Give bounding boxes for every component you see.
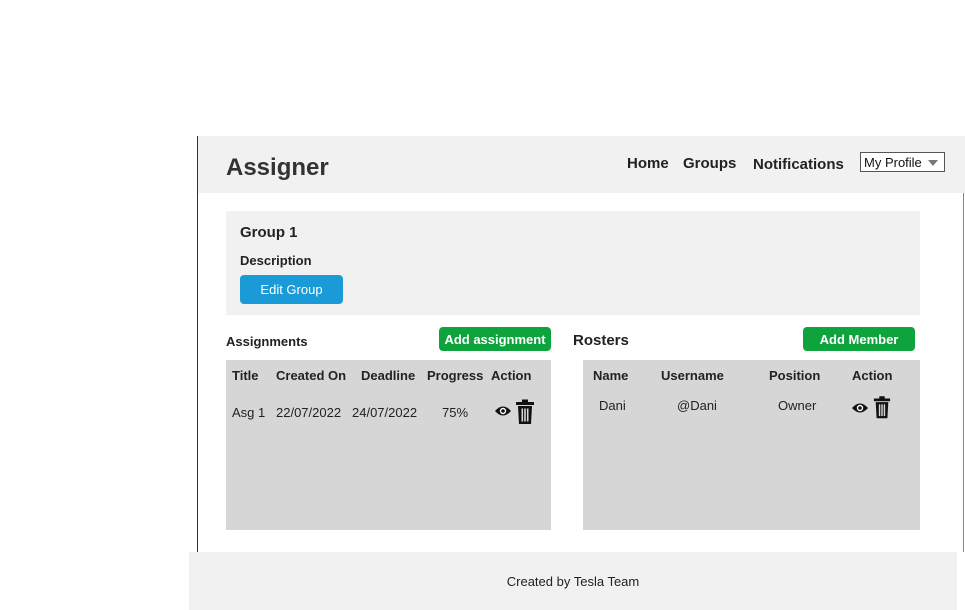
footer-text: Created by Tesla Team xyxy=(506,574,640,589)
cell-title: Asg 1 xyxy=(232,405,266,420)
profile-select[interactable]: My Profile xyxy=(860,152,945,172)
column-header-action: Action xyxy=(491,368,532,383)
nav-groups[interactable]: Groups xyxy=(683,155,736,172)
header: Assigner Home Groups Notifications My Pr… xyxy=(198,136,965,193)
column-header-action: Action xyxy=(852,368,893,383)
group-panel: Group 1 Description Edit Group xyxy=(226,211,920,315)
trash-icon[interactable] xyxy=(515,399,535,425)
add-assignment-button[interactable]: Add assignment xyxy=(439,327,551,351)
column-header-progress: Progress xyxy=(427,368,484,383)
cell-deadline: 24/07/2022 xyxy=(352,405,418,420)
column-header-deadline: Deadline xyxy=(361,368,416,383)
column-header-username: Username xyxy=(661,368,724,383)
eye-icon[interactable] xyxy=(851,401,869,415)
column-header-name: Name xyxy=(593,368,629,383)
chevron-down-icon xyxy=(928,160,938,166)
trash-icon[interactable] xyxy=(873,395,891,420)
nav-home[interactable]: Home xyxy=(627,155,669,172)
rosters-table: Name Username Position Action Dani @Dani… xyxy=(583,360,920,530)
group-name: Group 1 xyxy=(240,224,298,241)
column-header-position: Position xyxy=(769,368,821,383)
edit-group-button[interactable]: Edit Group xyxy=(240,275,343,304)
assignments-title: Assignments xyxy=(226,334,308,349)
cell-name: Dani xyxy=(599,398,626,413)
column-header-title: Title xyxy=(232,368,259,383)
app-title: Assigner xyxy=(226,154,329,181)
nav-notifications[interactable]: Notifications xyxy=(753,156,844,173)
cell-username: @Dani xyxy=(677,398,717,413)
profile-select-value: My Profile xyxy=(864,155,922,170)
cell-position: Owner xyxy=(778,398,817,413)
cell-created-on: 22/07/2022 xyxy=(276,405,342,420)
assignments-table: Title Created On Deadline Progress Actio… xyxy=(226,360,551,530)
eye-icon[interactable] xyxy=(494,404,512,418)
rosters-title: Rosters xyxy=(573,332,629,349)
cell-progress: 75% xyxy=(442,405,469,420)
column-header-created-on: Created On xyxy=(276,368,347,383)
add-member-button[interactable]: Add Member xyxy=(803,327,915,351)
footer: Created by Tesla Team xyxy=(189,552,957,610)
app-frame-right-border xyxy=(963,193,964,552)
group-description: Description xyxy=(240,253,312,268)
